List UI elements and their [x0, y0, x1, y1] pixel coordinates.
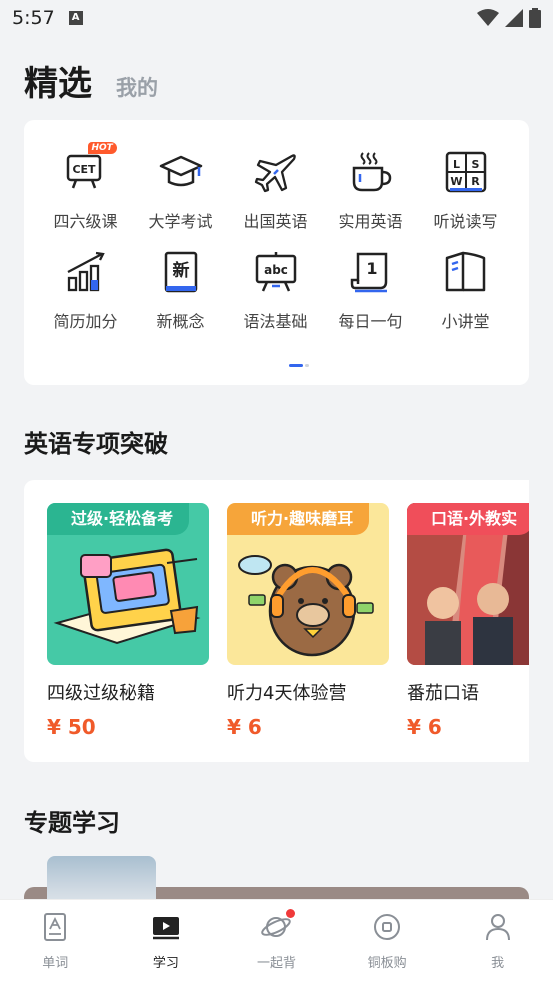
category-college-exam[interactable]: 大学考试 — [133, 150, 228, 232]
page-indicator — [289, 364, 309, 367]
category-label: 每日一句 — [338, 312, 403, 331]
course-card-speaking[interactable]: 口语·外教实 番茄口语 ¥ 6 — [407, 503, 529, 739]
notification-icon: A — [68, 11, 83, 25]
word-card-icon — [40, 912, 70, 942]
nav-item-words[interactable]: 单词 — [0, 900, 111, 984]
notification-dot — [286, 909, 296, 918]
nav-label: 单词 — [42, 956, 69, 971]
nav-label: 学习 — [152, 956, 179, 971]
page-dot-active — [289, 364, 304, 367]
course-carousel[interactable]: 过级·轻松备考 四级过级秘籍 ¥ 50 听力·趣味磨耳 听力4天体验营 ¥ 6 … — [24, 480, 529, 762]
nav-item-study[interactable]: 学习 — [111, 900, 222, 984]
open-book-icon — [444, 250, 488, 294]
category-label: 语法基础 — [243, 312, 308, 331]
battery-icon — [529, 8, 541, 28]
lswr-icon: L S W R — [444, 150, 488, 194]
course-card-cet4[interactable]: 过级·轻松备考 四级过级秘籍 ¥ 50 — [47, 503, 209, 739]
course-price: ¥ 6 — [227, 715, 262, 739]
daily-calendar-icon: 1 — [349, 250, 393, 294]
svg-text:新: 新 — [172, 260, 189, 281]
abc-board-icon: abc — [254, 250, 298, 294]
course-title: 四级过级秘籍 — [47, 683, 155, 704]
course-card-listening[interactable]: 听力·趣味磨耳 听力4天体验营 ¥ 6 — [227, 503, 389, 739]
section-title-breakthrough: 英语专项突破 — [24, 430, 168, 458]
bar-chart-icon — [64, 250, 108, 294]
hot-badge: HOT — [87, 142, 117, 154]
tab-featured[interactable]: 精选 — [24, 56, 92, 105]
nav-label: 我 — [491, 956, 505, 971]
svg-text:L: L — [452, 158, 459, 171]
category-label: 大学考试 — [148, 212, 213, 231]
planet-icon — [261, 909, 296, 942]
person-icon — [483, 912, 513, 942]
category-new-concept[interactable]: 新 新概念 — [133, 250, 228, 332]
category-grid: CET HOT 四六级课 大学考试 出国英语 实用英语 L S W R 听说读写… — [24, 142, 529, 332]
airplane-icon — [254, 150, 298, 194]
category-label: 实用英语 — [338, 212, 403, 231]
svg-text:S: S — [471, 158, 479, 171]
svg-text:W: W — [450, 175, 462, 188]
wifi-icon — [477, 9, 499, 26]
course-image: 听力·趣味磨耳 — [227, 503, 389, 665]
category-label: 听说读写 — [433, 212, 498, 231]
course-image: 过级·轻松备考 — [47, 503, 209, 665]
cet-icon: CET HOT — [64, 142, 117, 194]
coin-icon — [372, 912, 402, 942]
graduation-cap-icon — [159, 150, 203, 194]
category-card: CET HOT 四六级课 大学考试 出国英语 实用英语 L S W R 听说读写… — [24, 120, 529, 385]
nav-label: 铜板购 — [367, 956, 407, 971]
course-price: ¥ 50 — [47, 715, 96, 739]
course-title: 番茄口语 — [407, 683, 479, 704]
course-title: 听力4天体验营 — [227, 683, 347, 704]
category-daily-sentence[interactable]: 1 每日一句 — [323, 250, 418, 332]
course-banner: 听力·趣味磨耳 — [227, 503, 370, 535]
category-grammar[interactable]: abc 语法基础 — [228, 250, 323, 332]
page-dot — [305, 364, 309, 367]
category-label: 简历加分 — [53, 312, 118, 331]
category-label: 出国英语 — [243, 212, 308, 231]
study-screen-icon — [151, 912, 181, 942]
tab-mine[interactable]: 我的 — [116, 72, 158, 102]
category-cet[interactable]: CET HOT 四六级课 — [38, 142, 133, 232]
category-label: 新概念 — [156, 312, 205, 331]
nav-item-recite-together[interactable]: 一起背 — [221, 900, 332, 984]
nav-item-coin-shop[interactable]: 铜板购 — [332, 900, 443, 984]
status-time: 5:57 — [12, 7, 55, 29]
course-image: 口语·外教实 — [407, 503, 529, 665]
category-label: 小讲堂 — [441, 312, 490, 331]
svg-text:R: R — [471, 175, 480, 188]
status-bar: 5:57 A — [0, 0, 553, 36]
svg-text:1: 1 — [366, 259, 377, 278]
coffee-cup-icon — [349, 150, 393, 194]
new-concept-book-icon: 新 — [159, 250, 203, 294]
nav-item-me[interactable]: 我 — [442, 900, 553, 984]
course-price: ¥ 6 — [407, 715, 442, 739]
bottom-nav: 单词 学习 一起背 铜板购 我 — [0, 899, 553, 984]
category-abroad[interactable]: 出国英语 — [228, 150, 323, 232]
category-practical[interactable]: 实用英语 — [323, 150, 418, 232]
category-lswr[interactable]: L S W R 听说读写 — [418, 150, 513, 232]
nav-label: 一起背 — [256, 956, 296, 971]
course-banner: 口语·外教实 — [407, 503, 529, 535]
section-title-topics: 专题学习 — [24, 809, 120, 837]
top-tabs: 精选 我的 — [24, 56, 158, 105]
category-resume[interactable]: 简历加分 — [38, 250, 133, 332]
signal-icon — [505, 9, 523, 27]
course-banner: 过级·轻松备考 — [47, 503, 190, 535]
category-mini-lecture[interactable]: 小讲堂 — [418, 250, 513, 332]
category-label: 四六级课 — [53, 212, 118, 231]
cet-icon-text: CET — [72, 163, 96, 176]
svg-text:abc: abc — [264, 263, 288, 277]
